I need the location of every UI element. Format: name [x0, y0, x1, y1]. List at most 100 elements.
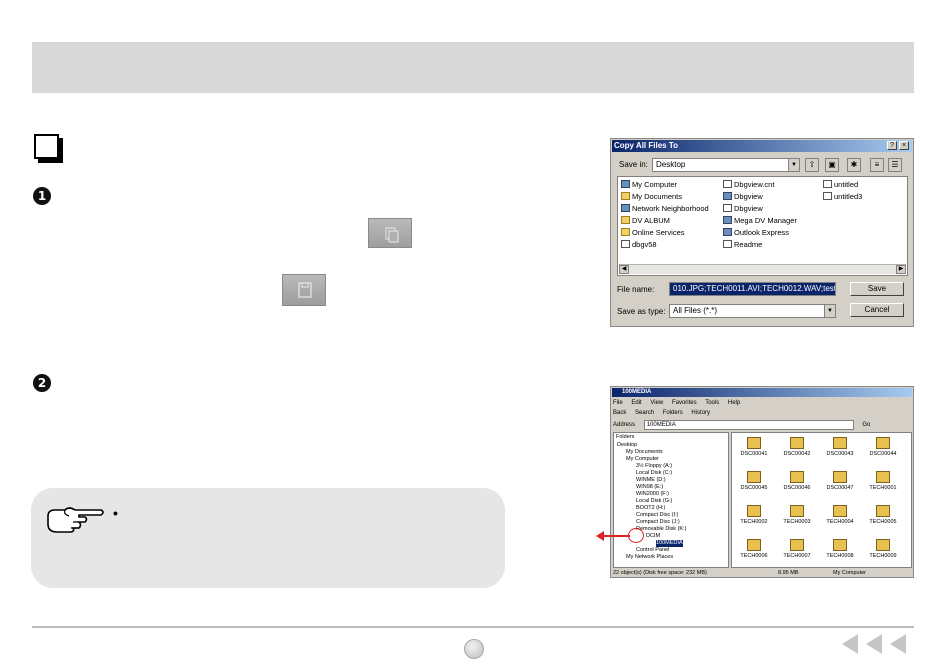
list-item[interactable]: DV ALBUM — [621, 216, 670, 226]
tree-item-removable-disk[interactable]: Removable Disk (K:) — [636, 526, 686, 533]
scroll-right-icon[interactable]: ▶ — [896, 265, 906, 274]
footer-divider — [32, 626, 914, 628]
cancel-button[interactable]: Cancel — [850, 303, 904, 317]
horizontal-scrollbar[interactable]: ◀ ▶ — [619, 264, 906, 274]
file-item[interactable]: TECH0007 — [777, 539, 817, 560]
file-icon — [621, 240, 630, 248]
file-item[interactable]: DSC00041 — [734, 437, 774, 458]
menu-view[interactable]: View — [650, 400, 663, 406]
file-item[interactable]: TECH0005 — [863, 505, 903, 526]
file-name-input[interactable]: 010.JPG;TECH0011.AVI;TECH0012.WAV;test! — [669, 282, 836, 296]
file-item[interactable]: TECH0004 — [820, 505, 860, 526]
file-item[interactable]: DSC00047 — [820, 471, 860, 492]
list-item[interactable]: Network Neighborhood — [621, 204, 709, 214]
shortcut-icon — [723, 216, 732, 224]
save-in-label: Save in: — [619, 160, 648, 169]
tree-item[interactable]: Compact Disc (I:) — [636, 512, 678, 519]
step-2-badge: 2 — [33, 374, 51, 392]
tree-item[interactable]: Local Disk (G:) — [636, 498, 672, 505]
list-item[interactable]: untitled3 — [823, 192, 862, 202]
list-item[interactable]: Mega DV Manager — [723, 216, 797, 226]
tree-item-selected[interactable]: 100MEDIA — [656, 540, 683, 547]
list-item[interactable]: Readme — [723, 240, 762, 250]
go-button[interactable]: Go — [862, 422, 870, 428]
file-item[interactable]: TECH0001 — [863, 471, 903, 492]
list-item[interactable]: Online Services — [621, 228, 685, 238]
network-icon — [621, 204, 630, 212]
close-button[interactable]: × — [899, 141, 909, 150]
search-button[interactable]: Search — [635, 410, 654, 416]
file-item[interactable]: DSC00045 — [734, 471, 774, 492]
tree-item[interactable]: WINME (D:) — [636, 477, 666, 484]
list-item[interactable]: dbgv58 — [621, 240, 657, 250]
image-file-icon — [833, 471, 847, 483]
menu-tools[interactable]: Tools — [705, 400, 719, 406]
image-file-icon — [833, 437, 847, 449]
list-item[interactable]: Dbgview.cnt — [723, 180, 774, 190]
save-button[interactable]: Save — [850, 282, 904, 296]
tree-item[interactable]: Desktop — [617, 442, 637, 449]
file-item[interactable]: TECH0009 — [863, 539, 903, 560]
history-button[interactable]: History — [691, 410, 710, 416]
tree-item[interactable]: DCIM — [646, 533, 660, 540]
menu-edit[interactable]: Edit — [631, 400, 641, 406]
nav-back-icon[interactable] — [890, 634, 906, 654]
status-bar: 22 object(s) (Disk free space: 232 MB) 8… — [613, 569, 911, 577]
chevron-down-icon[interactable]: ▼ — [788, 159, 799, 171]
file-item[interactable]: DSC00043 — [820, 437, 860, 458]
explorer-window: 100MEDIA File Edit View Favorites Tools … — [610, 386, 914, 578]
file-item[interactable]: TECH0006 — [734, 539, 774, 560]
menu-bar: File Edit View Favorites Tools Help — [613, 399, 911, 407]
nav-back-icon[interactable] — [866, 634, 882, 654]
file-item[interactable]: DSC00046 — [777, 471, 817, 492]
address-bar: Address 100MEDIA Go — [613, 420, 911, 430]
image-file-icon — [876, 505, 890, 517]
address-input[interactable]: 100MEDIA — [643, 420, 854, 430]
new-folder-icon[interactable]: ✱ — [847, 158, 861, 172]
tree-item[interactable]: Compact Disc (J:) — [636, 519, 680, 526]
back-button[interactable]: Back — [613, 410, 626, 416]
list-item[interactable]: Outlook Express — [723, 228, 789, 238]
save-in-dropdown[interactable]: Desktop ▼ — [652, 158, 800, 172]
folders-button[interactable]: Folders — [663, 410, 683, 416]
folder-icon — [621, 228, 630, 236]
details-view-icon[interactable]: ☰ — [888, 158, 902, 172]
folder-tree[interactable]: Folders Desktop My Documents My Computer… — [613, 432, 729, 568]
scroll-left-icon[interactable]: ◀ — [619, 265, 629, 274]
list-item[interactable]: My Computer — [621, 180, 677, 190]
tree-item[interactable]: My Network Places — [626, 554, 673, 561]
list-item[interactable]: untitled — [823, 180, 858, 190]
file-item[interactable]: TECH0002 — [734, 505, 774, 526]
tree-item[interactable]: Control Panel — [636, 547, 669, 554]
tree-item[interactable]: My Computer — [626, 456, 659, 463]
tree-item[interactable]: WIN2000 (F:) — [636, 491, 669, 498]
tree-item[interactable]: 3½ Floppy (A:) — [636, 463, 672, 470]
menu-favorites[interactable]: Favorites — [672, 400, 697, 406]
list-view-icon[interactable]: ≡ — [870, 158, 884, 172]
file-icon-grid[interactable]: DSC00041 DSC00042 DSC00043 DSC00044 DSC0… — [731, 432, 912, 568]
up-folder-icon[interactable]: ⇧ — [805, 158, 819, 172]
tree-item[interactable]: Local Disk (C:) — [636, 470, 672, 477]
list-item[interactable]: My Documents — [621, 192, 682, 202]
file-list[interactable]: My Computer My Documents Network Neighbo… — [617, 176, 908, 276]
tree-item[interactable]: BOOT2 (H:) — [636, 505, 665, 512]
save-as-type-value: All Files (*.*) — [673, 306, 718, 315]
file-icon — [823, 180, 832, 188]
file-item[interactable]: TECH0003 — [777, 505, 817, 526]
step-1-badge: 1 — [33, 187, 51, 205]
file-item[interactable]: DSC00042 — [777, 437, 817, 458]
desktop-icon[interactable]: ▣ — [825, 158, 839, 172]
chevron-down-icon[interactable]: ▼ — [824, 305, 835, 317]
file-item[interactable]: TECH0008 — [820, 539, 860, 560]
list-item[interactable]: Dbgview — [723, 192, 763, 202]
nav-back-icon[interactable] — [842, 634, 858, 654]
tree-item[interactable]: WIN98 (E:) — [636, 484, 663, 491]
status-objects: 22 object(s) (Disk free space: 232 MB) — [613, 570, 707, 576]
menu-help[interactable]: Help — [728, 400, 740, 406]
help-button[interactable]: ? — [887, 141, 897, 150]
list-item[interactable]: Dbgview — [723, 204, 763, 214]
tree-item[interactable]: My Documents — [626, 449, 663, 456]
menu-file[interactable]: File — [613, 400, 623, 406]
file-item[interactable]: DSC00044 — [863, 437, 903, 458]
save-as-type-dropdown[interactable]: All Files (*.*) ▼ — [669, 304, 836, 318]
